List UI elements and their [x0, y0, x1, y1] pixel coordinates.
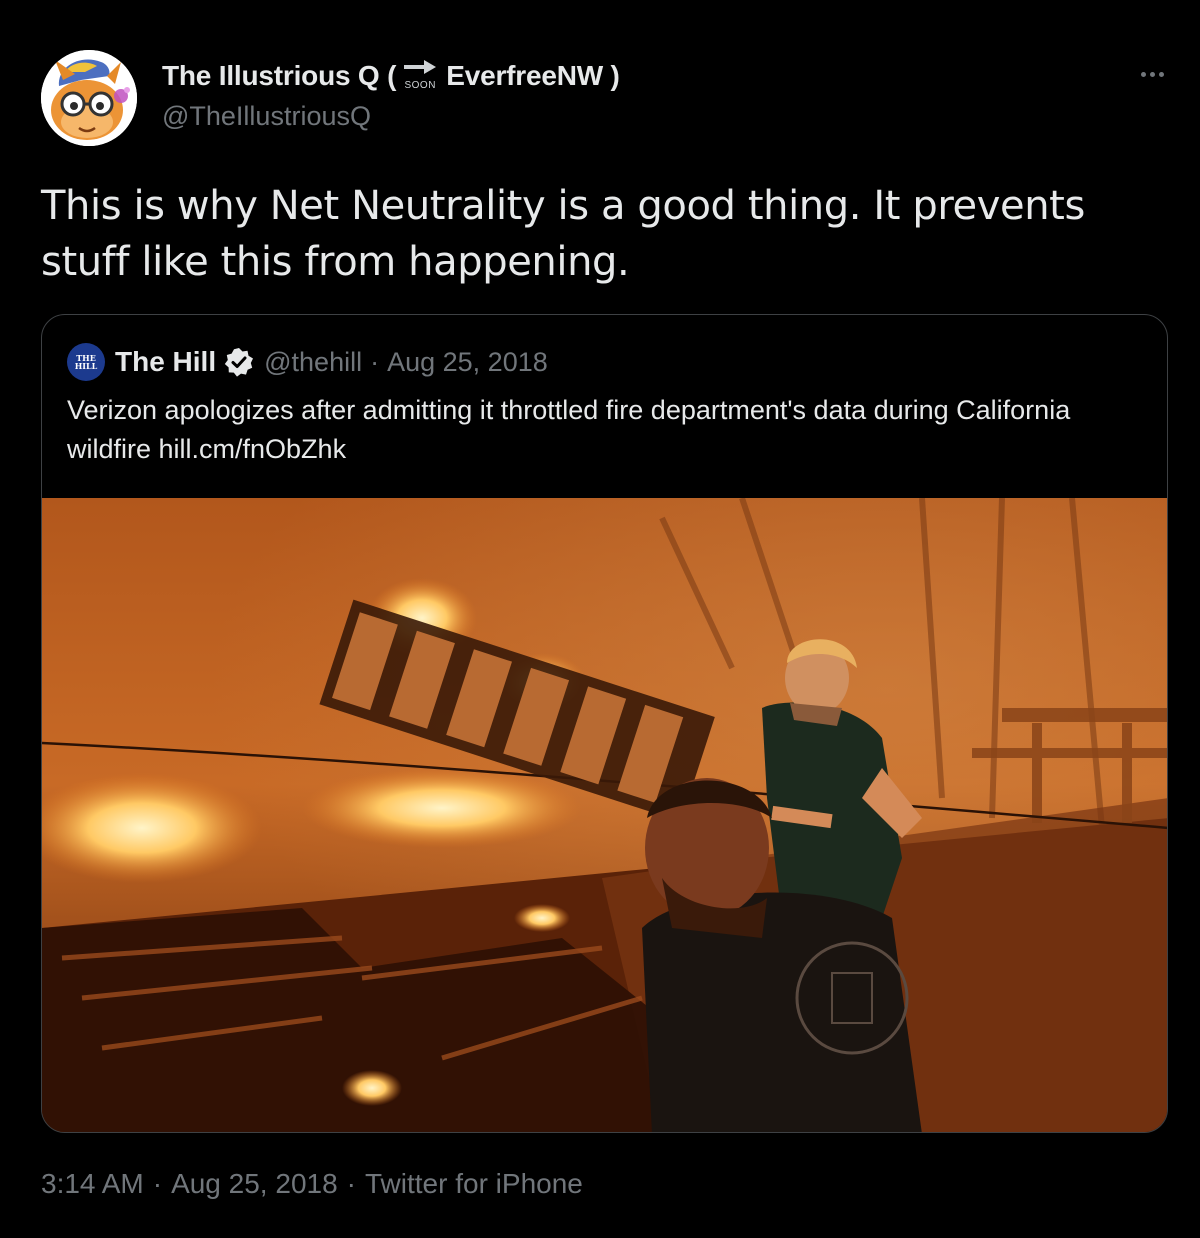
- tweet-text: This is why Net Neutrality is a good thi…: [41, 183, 1085, 285]
- quoted-separator: ·: [370, 346, 380, 377]
- author-handle[interactable]: @TheIllustriousQ: [162, 101, 371, 132]
- more-dots-icon: [1149, 71, 1155, 77]
- quoted-date[interactable]: Aug 25, 2018: [387, 347, 548, 378]
- tweet-source[interactable]: Twitter for iPhone: [365, 1168, 583, 1199]
- more-dots-icon: [1158, 71, 1164, 77]
- quoted-tweet-text: Verizon apologizes after admitting it th…: [67, 395, 1071, 464]
- quoted-tweet-header: THE HILL The Hill @thehill · Aug 25, 201…: [67, 343, 548, 381]
- tweet-footer: 3:14 AM · Aug 25, 2018 · Twitter for iPhone: [41, 1168, 583, 1200]
- footer-separator: ·: [152, 1168, 163, 1199]
- tweet-date[interactable]: Aug 25, 2018: [171, 1168, 338, 1199]
- quoted-tweet-image[interactable]: [42, 498, 1167, 1132]
- soon-arrow-icon: SOON: [400, 58, 440, 94]
- tweet-time[interactable]: 3:14 AM: [41, 1168, 144, 1199]
- verified-badge-icon: [224, 348, 254, 377]
- wildfire-photo: [42, 498, 1167, 1132]
- footer-separator: ·: [346, 1168, 356, 1199]
- more-options-button[interactable]: [1132, 60, 1172, 88]
- soon-label: SOON: [404, 80, 436, 91]
- tweet: The Illustrious Q ( SOON EverfreeNW ) @T…: [0, 0, 1200, 1238]
- quoted-author-name[interactable]: The Hill: [115, 346, 216, 378]
- display-name-part2: EverfreeNW ): [446, 60, 620, 91]
- display-name-part1: The Illustrious Q (: [162, 60, 397, 91]
- quoted-author-handle[interactable]: @thehill: [264, 347, 362, 378]
- the-hill-logo-icon[interactable]: THE HILL: [67, 343, 105, 381]
- display-name[interactable]: The Illustrious Q ( SOON EverfreeNW ): [162, 58, 620, 94]
- quoted-tweet-card[interactable]: THE HILL The Hill @thehill · Aug 25, 201…: [41, 314, 1168, 1133]
- pony-avatar-icon: [41, 50, 137, 146]
- avatar[interactable]: [41, 50, 137, 146]
- more-dots-icon: [1140, 71, 1146, 77]
- logo-text-bottom: HILL: [74, 361, 98, 371]
